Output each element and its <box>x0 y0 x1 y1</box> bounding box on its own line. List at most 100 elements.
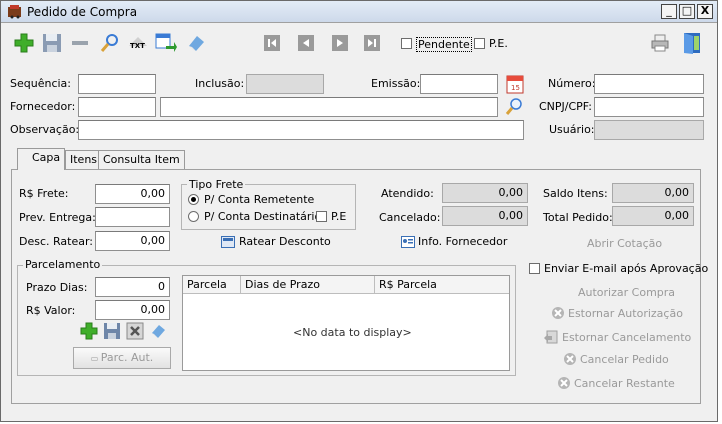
ratear-desconto-label: Ratear Desconto <box>239 235 331 248</box>
emissao-calendar-button[interactable]: 15 <box>506 74 524 94</box>
pe-checkbox[interactable] <box>474 38 485 49</box>
parcela-save-button[interactable] <box>103 322 121 340</box>
search-icon <box>505 98 522 115</box>
total-pedido-input: 0,00 <box>612 206 694 226</box>
cancel-icon <box>552 307 564 319</box>
column-separator <box>374 276 375 294</box>
desc-ratear-label: Desc. Ratear: <box>19 235 94 248</box>
tab-capa-label: Capa <box>32 151 61 164</box>
emissao-input[interactable] <box>420 74 498 94</box>
floppy-icon <box>43 34 61 52</box>
parcela-delete-button[interactable] <box>126 322 144 340</box>
tipo-frete-title: Tipo Frete <box>187 178 246 191</box>
last-icon <box>364 35 380 51</box>
prazo-dias-input[interactable]: 0 <box>95 277 170 297</box>
txt-button[interactable]: TXT <box>125 31 151 55</box>
fornecedor-code-input[interactable] <box>78 97 156 117</box>
minimize-button[interactable]: _ <box>661 4 677 19</box>
frete-pe-checkbox[interactable] <box>316 211 327 222</box>
estornar-autorizacao-button[interactable]: Estornar Autorização <box>551 306 683 320</box>
fornecedor-search-button[interactable] <box>504 96 524 116</box>
cancelar-restante-button[interactable]: Cancelar Restante <box>557 376 675 390</box>
cancelar-pedido-button[interactable]: Cancelar Pedido <box>563 352 669 366</box>
parcela-add-button[interactable] <box>80 322 98 340</box>
cancel-icon <box>558 377 570 389</box>
prazo-dias-label: Prazo Dias: <box>26 281 88 294</box>
save-button[interactable] <box>39 31 65 55</box>
destinatario-label: P/ Conta Destinatário <box>204 210 322 223</box>
add-button[interactable] <box>11 31 37 55</box>
calendar-icon: 15 <box>506 75 524 94</box>
svg-text:TXT: TXT <box>130 42 145 50</box>
frete-input[interactable]: 0,00 <box>95 184 170 204</box>
tab-capa[interactable]: Capa <box>17 148 66 170</box>
valor-input[interactable]: 0,00 <box>95 300 170 320</box>
id-card-icon <box>401 235 415 248</box>
atendido-label: Atendido: <box>381 187 434 200</box>
undo-document-icon <box>544 330 558 344</box>
abrir-cotacao-button[interactable]: Abrir Cotação <box>587 237 662 250</box>
fornecedor-name-input[interactable] <box>160 97 498 117</box>
pendente-label: Pendente <box>416 37 472 52</box>
remove-button[interactable] <box>67 31 93 55</box>
next-record-button[interactable] <box>327 31 353 55</box>
column-header-valor-parcela[interactable]: R$ Parcela <box>379 278 437 291</box>
estornar-autorizacao-label: Estornar Autorização <box>568 306 683 320</box>
first-record-button[interactable] <box>259 31 285 55</box>
column-header-dias-prazo[interactable]: Dias de Prazo <box>245 278 320 291</box>
tab-consulta-item[interactable]: Consulta Item <box>98 150 185 170</box>
autorizar-compra-button[interactable]: Autorizar Compra <box>578 286 675 299</box>
last-record-button[interactable] <box>359 31 385 55</box>
pe-label: P.E. <box>489 37 508 50</box>
parc-aut-button[interactable]: ▭ Parc. Aut. <box>73 347 171 369</box>
exit-door-icon <box>684 33 700 54</box>
atendido-input: 0,00 <box>442 183 528 203</box>
remetente-radio[interactable] <box>188 194 199 205</box>
prev-entrega-input[interactable] <box>95 207 170 227</box>
parcelas-grid-header: Parcela Dias de Prazo R$ Parcela <box>183 276 509 294</box>
info-fornecedor-button[interactable]: Info. Fornecedor <box>401 235 507 248</box>
destinatario-radio[interactable] <box>188 211 199 222</box>
enviar-email-label: Enviar E-mail após Aprovação <box>544 262 709 275</box>
saldo-itens-label: Saldo Itens: <box>543 187 608 200</box>
enviar-email-checkbox[interactable] <box>529 263 540 274</box>
tab-itens[interactable]: Itens <box>65 150 103 170</box>
parcelamento-title: Parcelamento <box>23 258 103 271</box>
clear-button[interactable] <box>183 31 209 55</box>
cnpj-input[interactable] <box>594 97 704 117</box>
close-button[interactable]: X <box>697 4 713 19</box>
desc-ratear-input[interactable]: 0,00 <box>95 231 170 251</box>
estornar-cancelamento-label: Estornar Cancelamento <box>562 330 692 344</box>
estornar-cancelamento-button[interactable]: Estornar Cancelamento <box>543 330 691 344</box>
saldo-itens-input: 0,00 <box>612 183 694 203</box>
app-icon <box>8 5 21 19</box>
grid-empty-message: <No data to display> <box>293 326 412 339</box>
numero-label: Número: <box>548 77 596 90</box>
observacao-input[interactable] <box>78 120 524 140</box>
parcela-clear-button[interactable] <box>149 322 167 340</box>
cancelar-restante-label: Cancelar Restante <box>574 376 675 390</box>
numero-input[interactable] <box>594 74 704 94</box>
parcelas-grid[interactable]: Parcela Dias de Prazo R$ Parcela <No dat… <box>182 275 510 371</box>
previous-record-button[interactable] <box>293 31 319 55</box>
column-header-parcela[interactable]: Parcela <box>187 278 227 291</box>
inclusao-label: Inclusão: <box>195 77 245 90</box>
spreadsheet-button[interactable] <box>153 31 179 55</box>
sequencia-input[interactable] <box>78 74 156 94</box>
exit-button[interactable] <box>679 31 705 55</box>
search-button[interactable] <box>97 31 123 55</box>
column-separator <box>240 276 241 294</box>
observacao-label: Observação: <box>10 123 80 136</box>
ratear-desconto-button[interactable]: Ratear Desconto <box>221 235 331 248</box>
remetente-label: P/ Conta Remetente <box>204 193 315 206</box>
total-pedido-label: Total Pedido: <box>543 211 613 224</box>
txt-export-icon: TXT <box>129 37 147 50</box>
cancelado-input: 0,00 <box>442 206 528 226</box>
calculator-icon <box>221 235 235 248</box>
cnpj-label: CNPJ/CPF: <box>539 100 592 113</box>
pendente-checkbox[interactable] <box>401 38 412 49</box>
eraser-icon <box>152 325 165 338</box>
maximize-button[interactable]: □ <box>679 4 695 19</box>
print-button[interactable] <box>647 31 673 55</box>
parc-aut-label: Parc. Aut. <box>100 351 154 364</box>
